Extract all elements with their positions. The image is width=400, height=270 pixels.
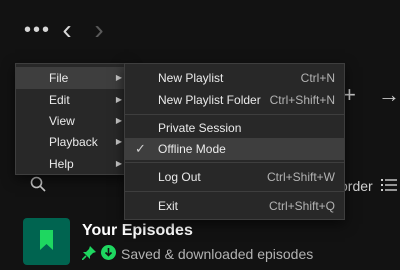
offline-mode-menu-item[interactable]: ✓ Offline Mode [125,138,344,160]
chevron-right-icon: ▶ [115,159,122,168]
menu-item-file[interactable]: File ▶ [16,67,128,89]
menu-item-label: Edit [49,93,70,107]
menu-item-label: View [49,114,75,128]
pin-icon [82,246,96,260]
chevron-right-icon: ▶ [115,95,122,104]
menu-divider [125,191,344,192]
menu-item-label: Exit [158,199,179,213]
top-bar: ••• ‹ › [0,0,400,62]
downloaded-icon [101,245,116,260]
menu-item-help[interactable]: Help ▶ [16,153,128,175]
menu-item-label: Help [49,157,74,171]
shortcut-label: Ctrl+Shift+N [269,93,335,107]
menu-item-label: Log Out [158,170,201,184]
menu-divider [125,162,344,163]
menu-item-edit[interactable]: Edit ▶ [16,89,128,111]
menu-item-playback[interactable]: Playback ▶ [16,131,128,153]
menu-divider [125,114,344,115]
exit-menu-item[interactable]: Exit Ctrl+Shift+Q [125,195,344,217]
menu-item-view[interactable]: View ▶ [16,110,128,132]
shortcut-label: Ctrl+Shift+W [266,170,335,184]
more-options-icon[interactable]: ••• [24,20,51,40]
new-playlist-menu-item[interactable]: New Playlist Ctrl+N [125,67,344,89]
expand-library-icon[interactable]: → [378,82,400,108]
app-menu: File ▶ Edit ▶ View ▶ Playback ▶ Help ▶ [15,63,129,175]
search-icon[interactable] [30,176,46,192]
forward-button[interactable]: › [89,16,109,46]
shortcut-label: Ctrl+N [300,71,335,85]
episodes-subtitle: Saved & downloaded episodes [121,246,314,262]
menu-item-label: Private Session [158,121,242,135]
menu-item-label: New Playlist Folder [158,93,261,107]
back-button[interactable]: ‹ [57,16,77,46]
list-view-icon[interactable] [381,178,397,192]
chevron-right-icon: ▶ [115,137,122,146]
menu-item-label: Playback [49,135,98,149]
bookmark-icon [40,230,53,250]
checkmark-icon: ✓ [135,141,146,156]
menu-item-label: File [49,71,69,85]
chevron-right-icon: ▶ [115,73,122,82]
new-playlist-folder-menu-item[interactable]: New Playlist Folder Ctrl+Shift+N [125,89,344,111]
shortcut-label: Ctrl+Shift+Q [268,199,335,213]
menu-item-label: New Playlist [158,71,224,85]
private-session-menu-item[interactable]: Private Session [125,117,344,139]
chevron-right-icon: ▶ [115,116,122,125]
menu-item-label: Offline Mode [158,142,226,156]
episodes-thumbnail [23,218,70,265]
episodes-title: Your Episodes [82,222,193,239]
log-out-menu-item[interactable]: Log Out Ctrl+Shift+W [125,166,344,188]
file-submenu: New Playlist Ctrl+N New Playlist Folder … [124,63,345,220]
